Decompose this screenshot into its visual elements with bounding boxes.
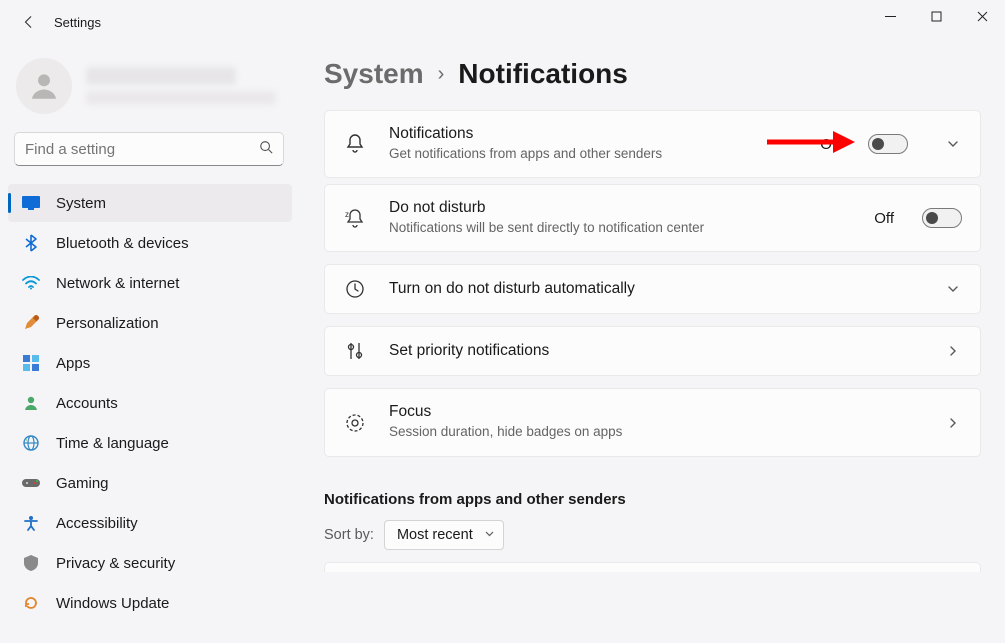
sidebar-item-bluetooth[interactable]: Bluetooth & devices bbox=[8, 224, 292, 262]
focus-icon bbox=[343, 413, 367, 433]
avatar bbox=[16, 58, 72, 114]
search-box[interactable] bbox=[14, 132, 284, 166]
sidebar-item-time-language[interactable]: Time & language bbox=[8, 424, 292, 462]
card-title: Do not disturb bbox=[389, 199, 852, 217]
minimize-button[interactable] bbox=[867, 0, 913, 32]
maximize-icon bbox=[931, 11, 942, 22]
card-subtitle: Session duration, hide badges on apps bbox=[389, 423, 908, 441]
maximize-button[interactable] bbox=[913, 0, 959, 32]
sort-by-label: Sort by: bbox=[324, 527, 374, 543]
card-focus[interactable]: Focus Session duration, hide badges on a… bbox=[324, 388, 981, 456]
monitor-icon bbox=[22, 194, 40, 212]
card-subtitle: Notifications will be sent directly to n… bbox=[389, 219, 852, 237]
sidebar-item-label: Accessibility bbox=[56, 515, 138, 532]
sidebar-item-accounts[interactable]: Accounts bbox=[8, 384, 292, 422]
globe-icon bbox=[22, 434, 40, 452]
sidebar-item-network[interactable]: Network & internet bbox=[8, 264, 292, 302]
card-title: Turn on do not disturb automatically bbox=[389, 280, 908, 298]
sidebar-item-accessibility[interactable]: Accessibility bbox=[8, 504, 292, 542]
notifications-toggle[interactable] bbox=[868, 134, 908, 154]
sidebar-item-label: Personalization bbox=[56, 315, 159, 332]
sidebar-item-label: Gaming bbox=[56, 475, 109, 492]
breadcrumb-parent[interactable]: System bbox=[324, 58, 424, 90]
brush-icon bbox=[22, 314, 40, 332]
accessibility-icon bbox=[22, 514, 40, 532]
card-subtitle: Get notifications from apps and other se… bbox=[389, 145, 798, 163]
close-button[interactable] bbox=[959, 0, 1005, 32]
wifi-icon bbox=[22, 274, 40, 292]
sidebar-nav: System Bluetooth & devices Network & int… bbox=[8, 184, 292, 622]
search-icon bbox=[259, 140, 273, 159]
chevron-down-icon[interactable] bbox=[944, 282, 962, 296]
card-do-not-disturb[interactable]: z Do not disturb Notifications will be s… bbox=[324, 184, 981, 252]
bell-snooze-icon: z bbox=[343, 207, 367, 229]
section-header-apps: Notifications from apps and other sender… bbox=[324, 491, 981, 508]
chevron-right-icon: › bbox=[438, 63, 445, 86]
sidebar-item-apps[interactable]: Apps bbox=[8, 344, 292, 382]
sidebar-item-label: Network & internet bbox=[56, 275, 179, 292]
chevron-down-icon[interactable] bbox=[944, 137, 962, 151]
chevron-right-icon[interactable] bbox=[944, 416, 962, 430]
sort-selected-value: Most recent bbox=[397, 527, 473, 543]
person-icon bbox=[22, 394, 40, 412]
breadcrumb-current: Notifications bbox=[458, 58, 628, 90]
sort-row: Sort by: Most recent bbox=[324, 520, 981, 550]
sidebar-item-label: Windows Update bbox=[56, 595, 169, 612]
chevron-right-icon[interactable] bbox=[944, 344, 962, 358]
shield-icon bbox=[22, 554, 40, 572]
bluetooth-icon bbox=[22, 234, 40, 252]
back-icon bbox=[22, 15, 36, 29]
sidebar-item-label: Time & language bbox=[56, 435, 169, 452]
card-notifications[interactable]: Notifications Get notifications from app… bbox=[324, 110, 981, 178]
sidebar-item-label: Bluetooth & devices bbox=[56, 235, 189, 252]
toggle-state-label: Off bbox=[874, 210, 894, 227]
profile-info bbox=[86, 67, 288, 105]
sidebar-item-personalization[interactable]: Personalization bbox=[8, 304, 292, 342]
search-input[interactable] bbox=[25, 141, 259, 158]
clock-icon bbox=[343, 279, 367, 299]
card-title: Notifications bbox=[389, 125, 798, 143]
close-icon bbox=[977, 11, 988, 22]
person-silhouette-icon bbox=[27, 69, 61, 103]
priority-icon bbox=[343, 341, 367, 361]
update-icon bbox=[22, 594, 40, 612]
card-title: Focus bbox=[389, 403, 908, 421]
chevron-down-icon bbox=[484, 527, 495, 543]
window-controls bbox=[867, 0, 1005, 32]
sort-select[interactable]: Most recent bbox=[384, 520, 504, 550]
card-priority-notifications[interactable]: Set priority notifications bbox=[324, 326, 981, 376]
toggle-state-label: Off bbox=[820, 136, 840, 153]
sidebar: System Bluetooth & devices Network & int… bbox=[0, 44, 300, 643]
back-button[interactable] bbox=[22, 15, 44, 29]
card-title: Set priority notifications bbox=[389, 342, 908, 360]
breadcrumb: System › Notifications bbox=[324, 58, 981, 90]
main-content: System › Notifications Notifications Get… bbox=[300, 44, 1005, 643]
profile-block[interactable] bbox=[8, 44, 292, 132]
sidebar-item-label: System bbox=[56, 195, 106, 212]
profile-name-redacted bbox=[86, 67, 236, 85]
sidebar-item-label: Accounts bbox=[56, 395, 118, 412]
gamepad-icon bbox=[22, 474, 40, 492]
minimize-icon bbox=[885, 11, 896, 22]
sidebar-item-privacy[interactable]: Privacy & security bbox=[8, 544, 292, 582]
sidebar-item-label: Apps bbox=[56, 355, 90, 372]
bell-icon bbox=[343, 133, 367, 155]
window-title: Settings bbox=[54, 15, 101, 30]
sidebar-item-gaming[interactable]: Gaming bbox=[8, 464, 292, 502]
apps-icon bbox=[22, 354, 40, 372]
dnd-toggle[interactable] bbox=[922, 208, 962, 228]
sidebar-item-windows-update[interactable]: Windows Update bbox=[8, 584, 292, 622]
sidebar-item-system[interactable]: System bbox=[8, 184, 292, 222]
app-list-placeholder bbox=[324, 562, 981, 572]
profile-email-redacted bbox=[86, 91, 276, 105]
card-auto-dnd[interactable]: Turn on do not disturb automatically bbox=[324, 264, 981, 314]
titlebar: Settings bbox=[0, 0, 1005, 44]
svg-text:z: z bbox=[345, 210, 349, 219]
sidebar-item-label: Privacy & security bbox=[56, 555, 175, 572]
